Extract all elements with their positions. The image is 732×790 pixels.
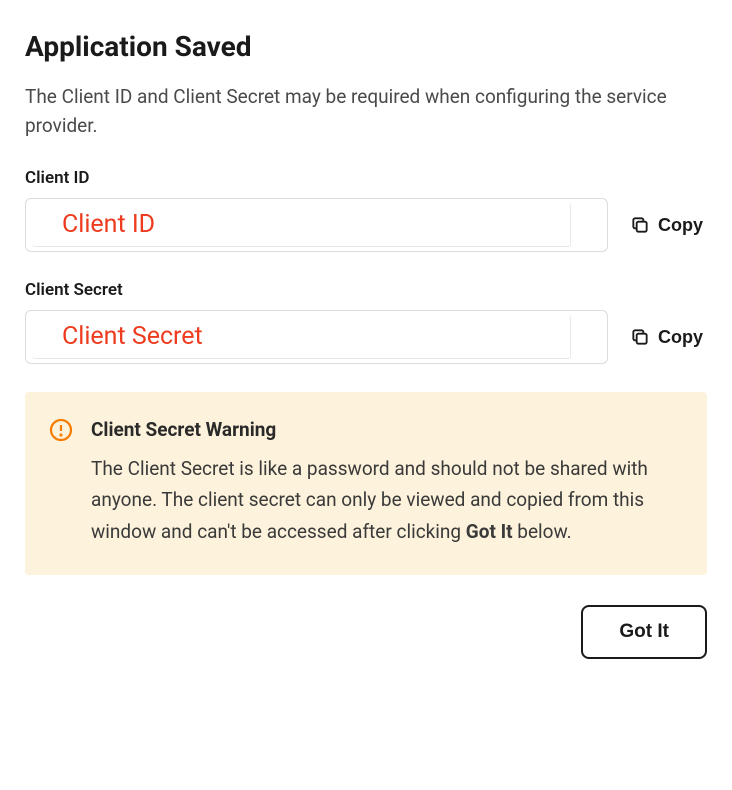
warning-box: Client Secret Warning The Client Secret …: [25, 392, 707, 575]
copy-icon: [630, 327, 650, 347]
warning-text: The Client Secret is like a password and…: [91, 453, 679, 547]
client-secret-value: Client Secret: [32, 322, 203, 351]
page-title: Application Saved: [25, 30, 707, 63]
client-id-input[interactable]: Client ID: [25, 198, 608, 252]
warning-icon: [49, 418, 73, 442]
client-id-label: Client ID: [25, 168, 707, 188]
copy-icon: [630, 215, 650, 235]
copy-label: Copy: [658, 215, 703, 236]
got-it-button[interactable]: Got It: [581, 605, 707, 659]
client-secret-label: Client Secret: [25, 280, 707, 300]
client-id-group: Client ID Client ID Copy: [25, 168, 707, 252]
description-text: The Client ID and Client Secret may be r…: [25, 83, 707, 140]
client-id-value: Client ID: [32, 210, 155, 239]
client-secret-input[interactable]: Client Secret: [25, 310, 608, 364]
footer: Got It: [25, 605, 707, 659]
client-secret-group: Client Secret Client Secret Copy: [25, 280, 707, 364]
warning-title: Client Secret Warning: [91, 418, 679, 441]
copy-client-id-button[interactable]: Copy: [626, 211, 707, 240]
copy-label: Copy: [658, 327, 703, 348]
copy-client-secret-button[interactable]: Copy: [626, 323, 707, 352]
